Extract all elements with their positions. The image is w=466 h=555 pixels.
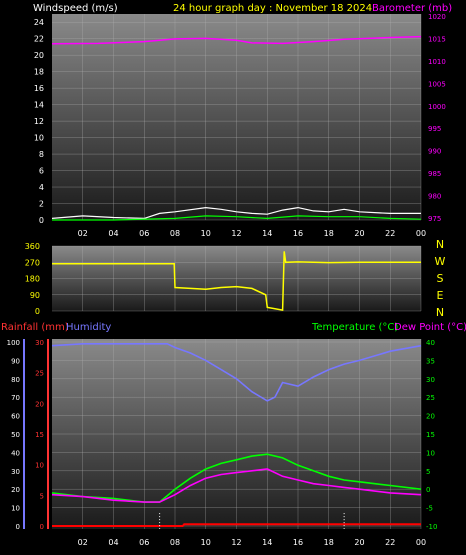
x-tick-label: 04	[108, 229, 118, 238]
y-tick-label-humidity: 30	[11, 468, 20, 476]
y-tick-label-humidity: 90	[11, 357, 20, 365]
y-tick-label-temperature: 20	[426, 413, 435, 421]
humidity-label: Humidity	[66, 322, 111, 333]
x-tick-label: 00	[416, 229, 426, 238]
y-tick-label-humidity: 20	[11, 486, 20, 494]
x-tick-label: 00	[416, 538, 426, 547]
x-tick-label: 16	[293, 229, 303, 238]
x-tick-label: 22	[385, 538, 395, 547]
weather-graph: Windspeed (m/s) 24 hour graph day : Nove…	[1, 3, 466, 547]
graph-title: 24 hour graph day : November 18 2024	[173, 3, 372, 14]
y-tick-label-humidity: 40	[11, 449, 20, 457]
y-tick-label-humidity: 80	[11, 376, 20, 384]
y-tick-label-temperature: 10	[426, 449, 435, 457]
y-tick-label-windspeed: 12	[34, 117, 44, 126]
y-tick-label-windspeed: 14	[34, 101, 44, 110]
y-tick-label-barometer: 1010	[428, 58, 446, 66]
x-tick-label: 10	[201, 229, 211, 238]
y-tick-label-barometer: 1020	[428, 13, 446, 21]
y-tick-label-barometer: 980	[428, 193, 441, 201]
x-tick-label: 08	[170, 229, 180, 238]
compass-label: S	[437, 272, 444, 285]
y-tick-label-temperature: 35	[426, 357, 435, 365]
y-tick-label-humidity: 70	[11, 394, 20, 402]
y-tick-label-temperature: 30	[426, 376, 435, 384]
y-tick-label-barometer: 1005	[428, 80, 446, 88]
x-tick-label: 02	[78, 229, 88, 238]
y-tick-label-direction: 0	[35, 307, 40, 316]
compass-label: N	[436, 306, 444, 319]
wind-direction-panel: 090180270360 NWSEN	[25, 238, 446, 319]
x-tick-label: 04	[108, 538, 118, 547]
x-tick-label: 08	[170, 538, 180, 547]
y-tick-label-windspeed: 6	[39, 167, 44, 176]
y-tick-label-rainfall: 20	[35, 400, 44, 408]
y-tick-label-windspeed: 2	[39, 200, 44, 209]
y-tick-label-humidity: 0	[16, 523, 20, 531]
y-tick-label-direction: 90	[30, 291, 40, 300]
y-tick-label-barometer: 995	[428, 125, 441, 133]
y-tick-label-temperature: -5	[426, 505, 433, 513]
x-tick-label: 12	[231, 538, 241, 547]
y-tick-label-rainfall: 0	[40, 523, 44, 531]
y-tick-label-windspeed: 0	[39, 216, 44, 225]
y-tick-label-windspeed: 18	[34, 68, 44, 77]
y-tick-label-humidity: 10	[11, 505, 20, 513]
wind-barometer-panel: 0246810121416182022249759809859909951000…	[34, 13, 446, 238]
y-tick-label-barometer: 990	[428, 148, 441, 156]
y-tick-label-temperature: 40	[426, 339, 435, 347]
y-tick-label-windspeed: 22	[34, 35, 44, 44]
x-tick-label: 02	[78, 538, 88, 547]
compass-label: W	[435, 255, 446, 268]
rainfall-label: Rainfall (mm)	[1, 322, 69, 333]
x-tick-label: 22	[385, 229, 395, 238]
y-tick-label-humidity: 50	[11, 431, 20, 439]
y-tick-label-direction: 360	[25, 242, 40, 251]
temperature-panel: -10-505101520253035400102030405060708090…	[7, 339, 437, 547]
y-tick-label-barometer: 1015	[428, 35, 446, 43]
x-tick-label: 12	[231, 229, 241, 238]
x-tick-label: 06	[139, 538, 149, 547]
y-tick-label-temperature: 15	[426, 431, 435, 439]
x-tick-label: 20	[354, 229, 364, 238]
y-tick-label-windspeed: 16	[34, 84, 44, 93]
x-tick-label: 18	[324, 538, 334, 547]
y-tick-label-barometer: 985	[428, 170, 441, 178]
y-tick-label-direction: 180	[25, 275, 40, 284]
y-tick-label-rainfall: 25	[35, 370, 44, 378]
y-tick-label-temperature: 5	[426, 468, 430, 476]
compass-label: N	[436, 238, 444, 251]
y-tick-label-humidity: 60	[11, 413, 20, 421]
y-tick-label-rainfall: 10	[35, 462, 44, 470]
y-tick-label-direction: 270	[25, 258, 40, 267]
y-tick-label-barometer: 1000	[428, 103, 446, 111]
y-tick-label-rainfall: 30	[35, 339, 44, 347]
y-tick-label-rainfall: 15	[35, 431, 44, 439]
dewpoint-label: Dew Point (°C)	[394, 322, 466, 333]
x-tick-label: 20	[354, 538, 364, 547]
temperature-label: Temperature (°C)	[311, 322, 398, 333]
x-tick-label: 16	[293, 538, 303, 547]
x-tick-label: 06	[139, 229, 149, 238]
y-tick-label-windspeed: 8	[39, 150, 44, 159]
x-tick-label: 10	[201, 538, 211, 547]
compass-label: E	[437, 289, 444, 302]
x-tick-label: 18	[324, 229, 334, 238]
y-tick-label-windspeed: 24	[34, 18, 44, 27]
y-tick-label-humidity: 100	[7, 339, 20, 347]
y-tick-label-temperature: -10	[426, 523, 437, 531]
y-tick-label-temperature: 25	[426, 394, 435, 402]
y-tick-label-barometer: 975	[428, 215, 441, 223]
y-tick-label-windspeed: 20	[34, 51, 44, 60]
x-tick-label: 14	[262, 229, 272, 238]
y-tick-label-windspeed: 4	[39, 183, 44, 192]
y-tick-label-rainfall: 5	[40, 492, 44, 500]
y-tick-label-temperature: 0	[426, 486, 430, 494]
windspeed-label: Windspeed (m/s)	[33, 3, 118, 14]
y-tick-label-windspeed: 10	[34, 134, 44, 143]
x-tick-label: 14	[262, 538, 272, 547]
